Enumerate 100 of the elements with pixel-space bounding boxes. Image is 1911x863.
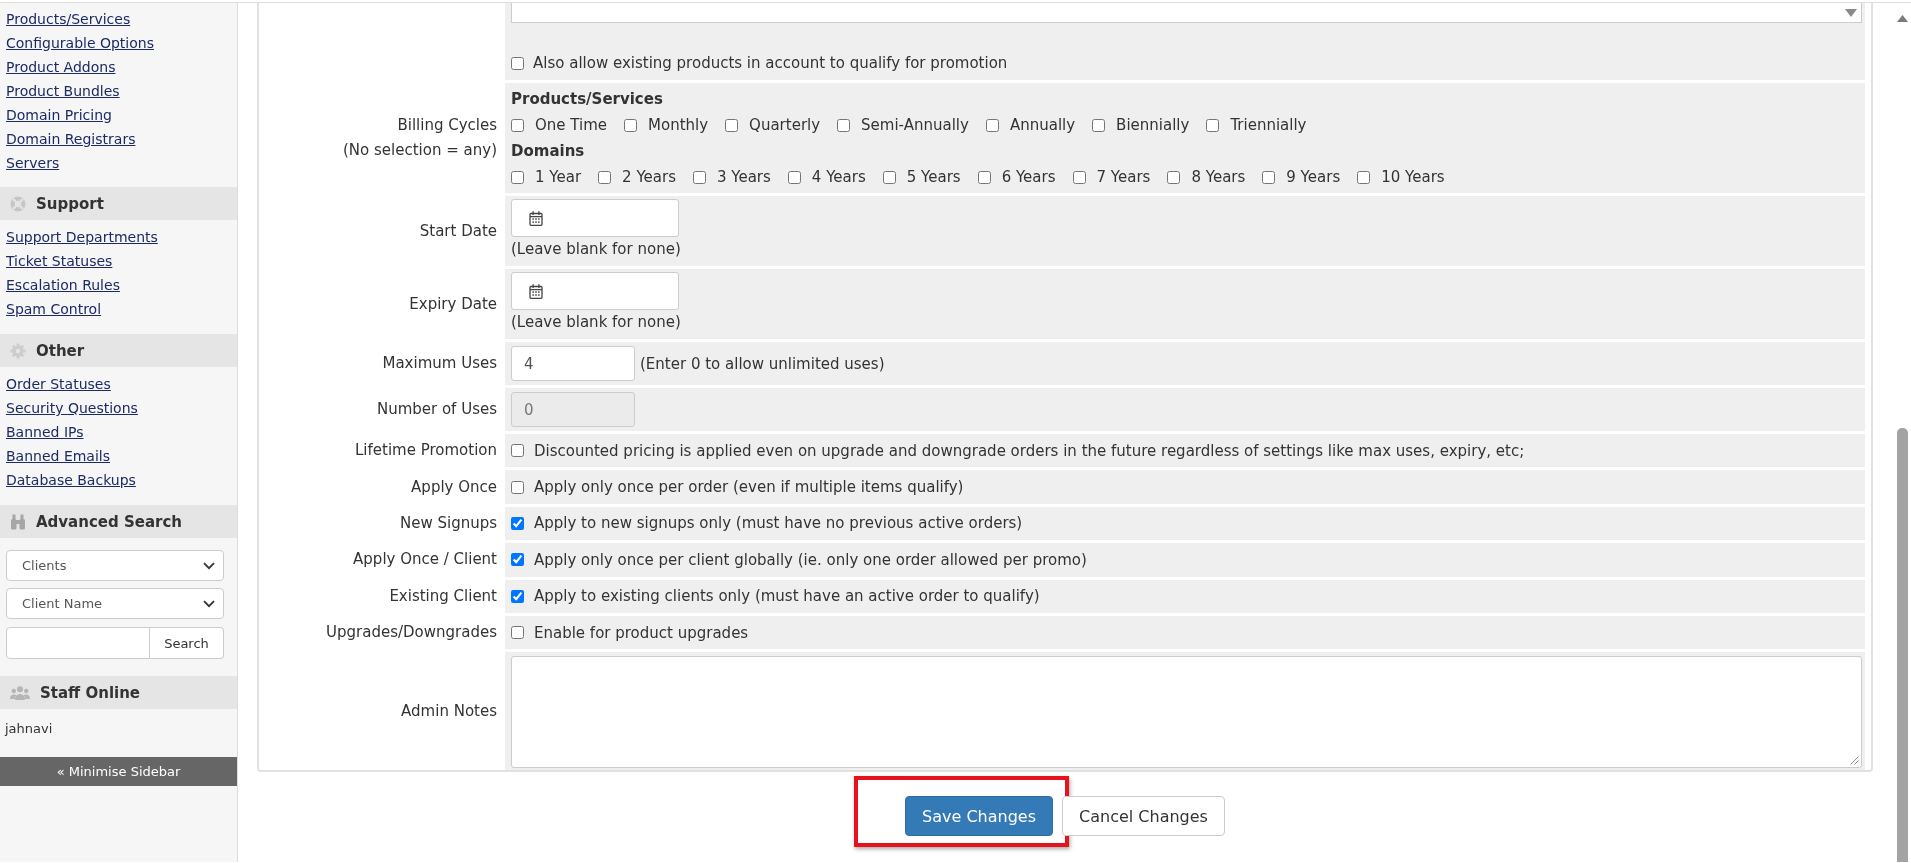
checkbox[interactable]: [511, 444, 524, 458]
field-label: Lifetime Promotion: [355, 440, 497, 462]
save-button[interactable]: Save Changes: [905, 796, 1054, 837]
checkbox-label: Apply to new signups only (must have no previous active orders): [534, 514, 1023, 533]
checkbox[interactable]: [1206, 118, 1220, 132]
checkbox[interactable]: [1092, 118, 1106, 132]
checkbox-label: 7 Years: [1096, 168, 1151, 186]
number-field[interactable]: 4: [511, 346, 635, 381]
sidebar-link[interactable]: Order Statuses: [6, 372, 111, 396]
search-field[interactable]: [6, 627, 150, 659]
checkbox[interactable]: [1167, 170, 1181, 184]
checkbox[interactable]: [511, 589, 524, 603]
lifebuoy-icon: [10, 195, 26, 212]
sidebar-link[interactable]: Banned Emails: [6, 444, 110, 468]
checkbox-label: Apply to existing clients only (must have an active order to qualify): [534, 587, 1040, 606]
checkbox-label: 10 Years: [1381, 168, 1445, 186]
checkbox[interactable]: [1357, 170, 1371, 184]
checkbox[interactable]: [837, 118, 851, 132]
scroll-up-arrow-icon[interactable]: [1896, 15, 1908, 22]
sidebar-link[interactable]: Product Bundles: [6, 79, 120, 103]
checkbox-label: Biennially: [1116, 116, 1190, 134]
calendar-icon: [529, 283, 543, 299]
calendar-icon: [529, 210, 543, 226]
checkbox-label: Also allow existing products in account to qualify for promotion: [533, 54, 1008, 72]
checkbox-label: Semi-Annually: [861, 116, 969, 134]
field-label: Maximum Uses: [382, 353, 497, 374]
minimise-sidebar-button[interactable]: « Minimise Sidebar: [0, 757, 237, 786]
users-icon: [10, 685, 30, 700]
checkbox[interactable]: [511, 118, 524, 132]
field-hint: (Enter 0 to allow unlimited uses): [640, 354, 885, 373]
sidebar-link[interactable]: Product Addons: [6, 55, 116, 79]
date-field[interactable]: [511, 199, 679, 237]
checkbox-label: 8 Years: [1191, 168, 1246, 186]
scrollbar-thumb[interactable]: [1896, 428, 1908, 862]
checkbox-label: Quarterly: [749, 116, 821, 134]
field-label: Apply Once: [411, 476, 497, 498]
gear-icon: [10, 342, 26, 359]
checkbox-label: 6 Years: [1001, 168, 1056, 186]
cancel-button[interactable]: Cancel Changes: [1062, 796, 1225, 837]
dropdown[interactable]: Client Name: [6, 588, 224, 619]
checkbox[interactable]: [511, 626, 524, 640]
checkbox-label: Discounted pricing is applied even on upgrade and downgrade orders in the future regardless of settings like max uses, expiry, etc;: [534, 441, 1525, 460]
checkbox-label: Monthly: [648, 116, 709, 134]
binoculars-icon: [10, 513, 26, 530]
checkbox[interactable]: [511, 480, 524, 494]
listbox-field[interactable]: [511, 3, 1862, 23]
field-label: Expiry Date: [409, 293, 497, 315]
sidebar-link[interactable]: Spam Control: [6, 297, 102, 321]
checkbox-label: Annually: [1009, 116, 1076, 134]
checkbox[interactable]: [511, 516, 524, 530]
dropdown[interactable]: Clients: [6, 550, 224, 581]
field-label: Existing Client: [389, 585, 497, 607]
staff-name: jahnavi: [5, 720, 53, 738]
sidebar-link[interactable]: Products/Services: [6, 7, 131, 31]
checkbox[interactable]: [787, 170, 801, 184]
field-note: (No selection = any): [343, 140, 497, 161]
checkbox[interactable]: [1262, 170, 1276, 184]
sidebar-link[interactable]: Database Backups: [6, 468, 136, 492]
sidebar-link[interactable]: Domain Registrars: [6, 127, 136, 151]
checkbox[interactable]: [1072, 170, 1086, 184]
checkbox[interactable]: [692, 170, 706, 184]
sidebar-link[interactable]: Servers: [6, 151, 60, 175]
checkbox[interactable]: [624, 118, 638, 132]
search-button[interactable]: Search: [150, 627, 224, 659]
checkbox[interactable]: [511, 56, 524, 70]
sidebar-link[interactable]: Banned IPs: [6, 420, 84, 444]
checkbox-label: 1 Year: [535, 168, 582, 186]
chevron-down-icon: [203, 599, 215, 608]
checkbox[interactable]: [985, 118, 999, 132]
checkbox[interactable]: [511, 553, 524, 567]
sidebar-link[interactable]: Security Questions: [6, 396, 138, 420]
checkbox[interactable]: [977, 170, 991, 184]
checkbox-label: Apply only once per order (even if multiple items qualify): [534, 478, 964, 497]
sidebar-link[interactable]: Domain Pricing: [6, 103, 112, 127]
sidebar-link[interactable]: Ticket Statuses: [6, 249, 113, 273]
checkbox[interactable]: [725, 118, 739, 132]
checkbox[interactable]: [511, 170, 524, 184]
checkbox-label: Enable for product upgrades: [534, 623, 749, 642]
sidebar-link[interactable]: Support Departments: [6, 225, 158, 249]
checkbox[interactable]: [598, 170, 612, 184]
field-hint: (Leave blank for none): [511, 240, 682, 258]
checkbox-label: 3 Years: [716, 168, 771, 186]
field-label: Apply Once / Client: [353, 549, 497, 571]
sidebar-link[interactable]: Configurable Options: [6, 31, 154, 55]
date-field[interactable]: [511, 272, 679, 310]
checkbox-label: 4 Years: [811, 168, 866, 186]
field-label: Upgrades/Downgrades: [326, 622, 497, 644]
checkbox[interactable]: [882, 170, 896, 184]
field-label: Billing Cycles: [397, 115, 497, 136]
sidebar-link[interactable]: Escalation Rules: [6, 273, 120, 297]
group-heading: Products/Services: [511, 89, 664, 110]
section-title: Other: [36, 341, 85, 360]
checkbox-label: 5 Years: [906, 168, 961, 186]
group-heading: Domains: [511, 141, 586, 162]
section-title: Advanced Search: [36, 512, 182, 531]
scroll-down-arrow-icon[interactable]: [1845, 8, 1857, 17]
resize-grip-icon[interactable]: [1850, 756, 1859, 766]
checkbox-label: 2 Years: [622, 168, 676, 186]
field-label: Admin Notes: [401, 700, 497, 722]
section-title: Staff Online: [40, 683, 141, 702]
